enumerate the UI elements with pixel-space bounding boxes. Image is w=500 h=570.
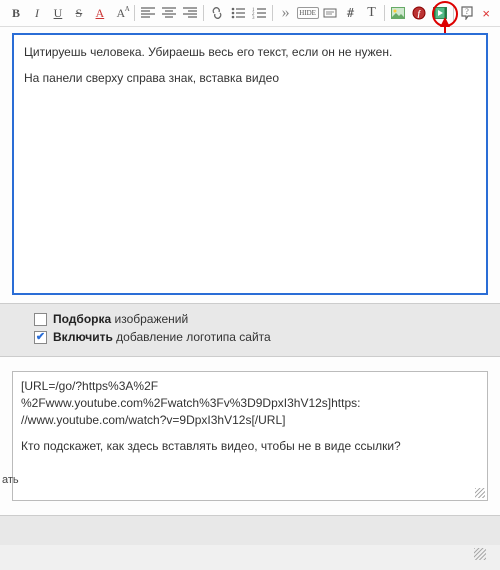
flash-button[interactable]: f bbox=[409, 3, 429, 23]
quote-line: %2Fwww.youtube.com%2Fwatch%3Fv%3D9DpxI3h… bbox=[21, 395, 479, 412]
separator-icon bbox=[203, 5, 204, 21]
link-button[interactable] bbox=[207, 3, 227, 23]
font-size-button[interactable]: A A bbox=[111, 3, 131, 23]
svg-text:?: ? bbox=[466, 7, 470, 16]
resize-grip[interactable] bbox=[475, 488, 485, 498]
strike-button[interactable]: S bbox=[69, 3, 89, 23]
quote-container: [URL=/go/?https%3A%2F %2Fwww.youtube.com… bbox=[0, 357, 500, 515]
close-button[interactable]: × bbox=[478, 6, 494, 21]
align-left-button[interactable] bbox=[138, 3, 158, 23]
option-image-collection[interactable]: Подборка изображений bbox=[34, 310, 486, 328]
checkbox-checked-icon[interactable]: ✔ bbox=[34, 331, 47, 344]
option-label: Включить добавление логотипа сайта bbox=[53, 330, 271, 344]
text-format-button[interactable]: T bbox=[362, 3, 382, 23]
editor-toolbar: B I U S A A A 123 » HIDE # T f ? × bbox=[0, 0, 500, 27]
option-site-logo[interactable]: ✔ Включить добавление логотипа сайта bbox=[34, 328, 486, 346]
italic-button[interactable]: I bbox=[27, 3, 47, 23]
svg-text:3: 3 bbox=[252, 16, 255, 19]
bold-button[interactable]: B bbox=[6, 3, 26, 23]
option-label: Подборка изображений bbox=[53, 312, 188, 326]
unordered-list-button[interactable] bbox=[228, 3, 248, 23]
help-button[interactable]: ? bbox=[457, 3, 477, 23]
align-center-button[interactable] bbox=[159, 3, 179, 23]
resize-grip[interactable] bbox=[474, 548, 486, 560]
align-right-button[interactable] bbox=[180, 3, 200, 23]
separator-icon bbox=[134, 5, 135, 21]
editor-container: Цитируешь человека. Убираешь весь его те… bbox=[0, 27, 500, 303]
hide-button[interactable]: HIDE bbox=[297, 7, 319, 19]
quote-text-box[interactable]: [URL=/go/?https%3A%2F %2Fwww.youtube.com… bbox=[12, 371, 488, 501]
underline-button[interactable]: U bbox=[48, 3, 68, 23]
editor-line: На панели сверху справа знак, вставка ви… bbox=[24, 69, 476, 87]
code-button[interactable] bbox=[320, 3, 340, 23]
cutoff-text-fragment: ать bbox=[0, 472, 21, 488]
quote-line: Кто подскажет, как здесь вставлять видео… bbox=[21, 438, 479, 455]
rich-text-editor[interactable]: Цитируешь человека. Убираешь весь его те… bbox=[12, 33, 488, 295]
editor-line: Цитируешь человека. Убираешь весь его те… bbox=[24, 43, 476, 61]
quote-button[interactable]: » bbox=[276, 3, 296, 23]
image-button[interactable] bbox=[388, 3, 408, 23]
video-insert-button[interactable] bbox=[430, 3, 450, 23]
separator-icon bbox=[453, 5, 454, 21]
hash-button[interactable]: # bbox=[341, 3, 361, 23]
font-color-button[interactable]: A bbox=[90, 3, 110, 23]
separator-icon bbox=[384, 5, 385, 21]
checkbox-unchecked-icon[interactable] bbox=[34, 313, 47, 326]
options-panel: Подборка изображений ✔ Включить добавлен… bbox=[0, 303, 500, 357]
quote-line: [URL=/go/?https%3A%2F bbox=[21, 378, 479, 395]
ordered-list-button[interactable]: 123 bbox=[249, 3, 269, 23]
bottom-strip bbox=[0, 515, 500, 545]
quote-line: //www.youtube.com/watch?v=9DpxI3hV12s[/U… bbox=[21, 412, 479, 429]
separator-icon bbox=[272, 5, 273, 21]
